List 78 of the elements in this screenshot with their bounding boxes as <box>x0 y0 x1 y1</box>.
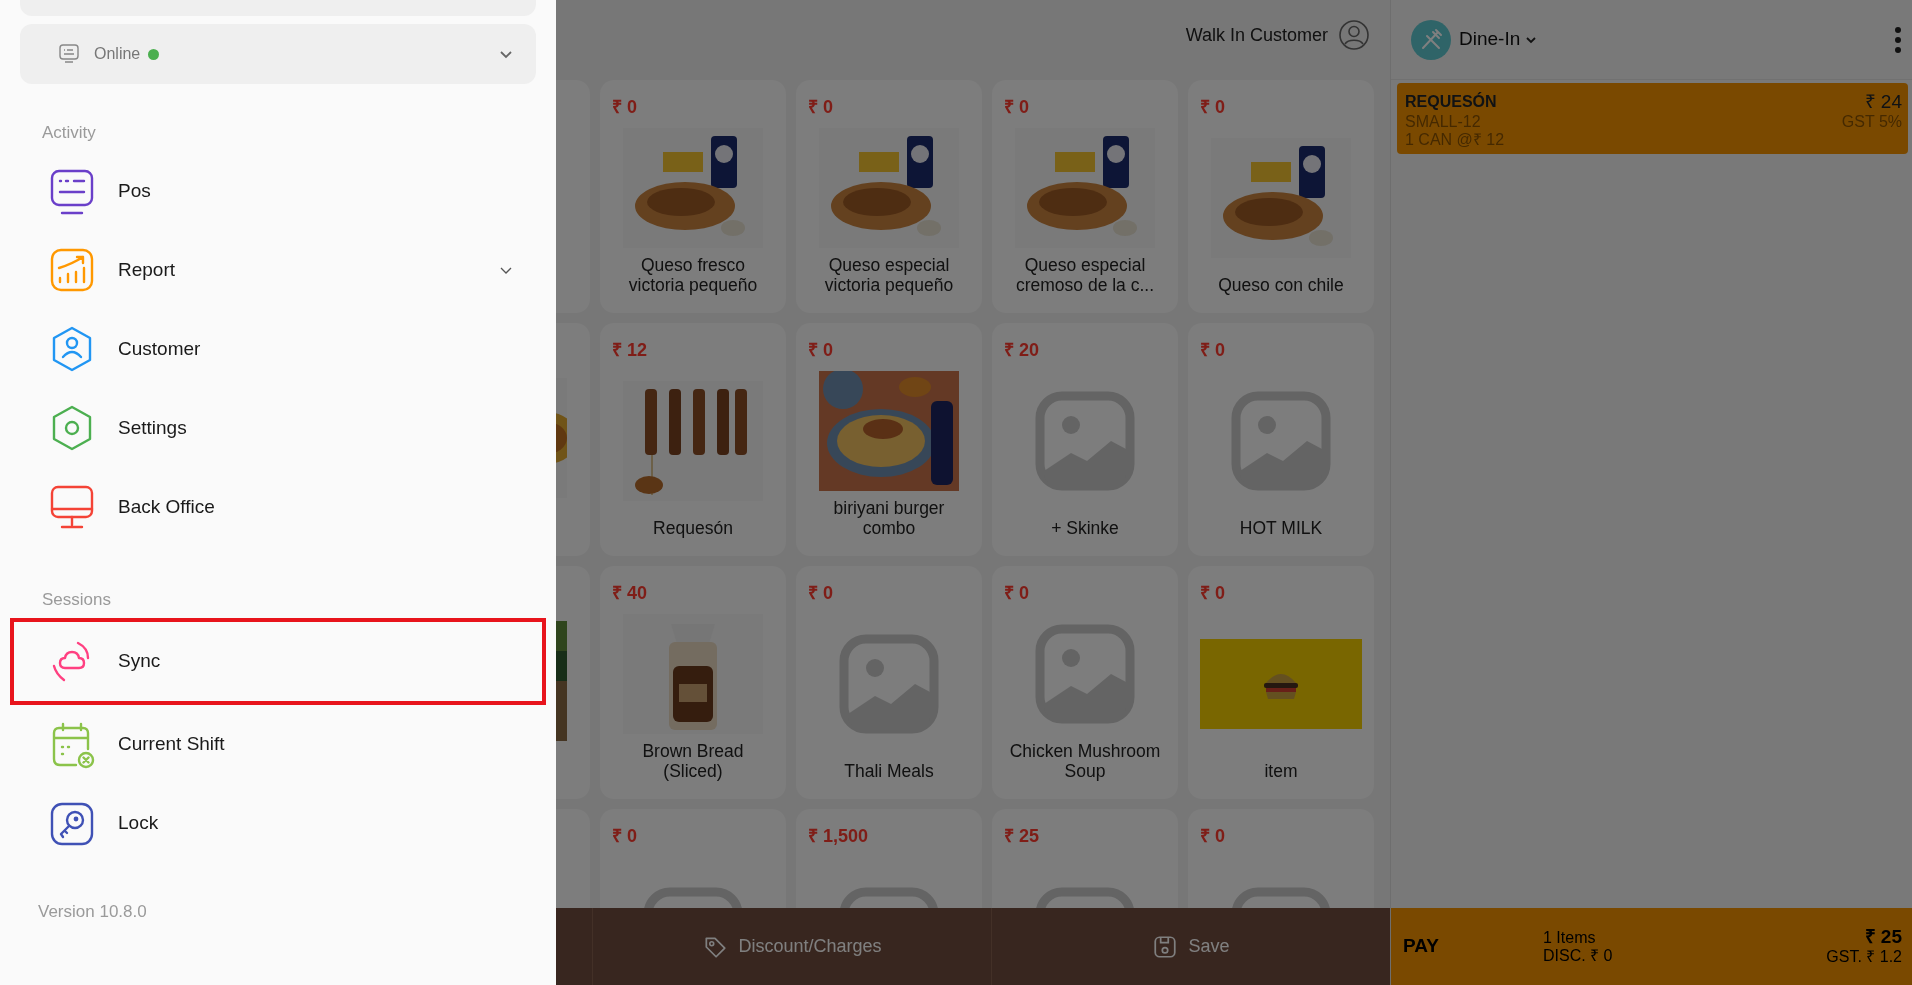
price-label: ₹ 25 <box>1004 825 1040 848</box>
product-card[interactable]: ₹ 0 HOT MILK <box>1188 323 1374 556</box>
image-placeholder-icon <box>1231 390 1331 491</box>
price-label: ₹ 0 <box>612 96 637 119</box>
more-icon[interactable] <box>1894 24 1902 55</box>
product-name: Queso fresco victoria pequeño <box>627 254 759 295</box>
grand-total: ₹ 25 <box>1864 927 1902 949</box>
user-icon[interactable] <box>1338 19 1370 51</box>
product-card[interactable]: ₹ 1,500 <box>796 809 982 908</box>
product-name: Chicken Mushroom Soup <box>1008 740 1162 781</box>
price-label: ₹ 0 <box>1200 582 1225 605</box>
product-name: Queso con chile <box>1217 274 1345 295</box>
product-card[interactable]: ₹ 40 Brown Bread (Sliced) <box>600 566 786 799</box>
price-label: ₹ 1,500 <box>808 825 869 848</box>
product-card[interactable]: ₹ 0 Chicken Mushroom Soup <box>992 566 1178 799</box>
image-placeholder-icon <box>839 633 939 734</box>
product-name: Queso especial victoria pequeño <box>823 254 955 295</box>
product-card[interactable]: ₹ 0 biriyani burger combo <box>796 323 982 556</box>
price-label: ₹ 0 <box>1200 96 1225 119</box>
item-name: REQUESÓN <box>1405 92 1497 112</box>
menu-item[interactable]: Customer <box>10 309 546 389</box>
image-placeholder-icon <box>1035 390 1135 491</box>
product-card[interactable]: ₹ 0 Thali Meals <box>796 566 982 799</box>
product-name: Brown Bread (Sliced) <box>641 740 745 781</box>
product-name: Thali Meals <box>843 760 935 781</box>
menu-item[interactable]: Current Shift <box>10 705 546 784</box>
price-label: ₹ 0 <box>1004 96 1029 119</box>
menu-item[interactable]: Report <box>10 230 546 310</box>
menu-item[interactable]: Sync <box>10 618 546 705</box>
product-card[interactable]: ₹ 0 <box>600 809 786 908</box>
pos-terminal-icon <box>48 167 96 215</box>
price-label: ₹ 12 <box>612 339 648 362</box>
menu-item[interactable]: Back Office <box>10 467 546 547</box>
action-button[interactable]: Discount/Charges <box>592 908 991 985</box>
product-name: + Skinke <box>1050 517 1120 538</box>
product-card[interactable]: ₹ 0 <box>1188 809 1374 908</box>
monitor-icon <box>58 43 80 65</box>
product-name: HOT MILK <box>1238 517 1324 538</box>
status-dropdown[interactable]: Online <box>20 24 536 84</box>
product-card[interactable]: ₹ 0 item <box>1188 566 1374 799</box>
product-card[interactable]: ₹ 0 Queso con chile <box>1188 80 1374 313</box>
price-label: ₹ 20 <box>1004 339 1040 362</box>
product-card[interactable]: ₹ 0 Queso especial cremoso de la c... <box>992 80 1178 313</box>
product-card[interactable]: ₹ 0 Queso especial victoria pequeño <box>796 80 982 313</box>
menu-item[interactable]: Lock <box>10 784 546 863</box>
product-name: Queso especial cremoso de la c... <box>1014 254 1156 295</box>
product-name: biriyani burger combo <box>832 497 946 538</box>
save-icon <box>1152 933 1179 960</box>
discount-total: DISC. ₹ 0 <box>1543 946 1613 965</box>
growth-chart-icon <box>48 246 96 294</box>
product-card[interactable]: ₹ 0 Queso fresco victoria pequeño <box>600 80 786 313</box>
price-label: ₹ 40 <box>612 582 648 605</box>
customer-name[interactable]: Walk In Customer <box>1185 21 1328 49</box>
section-heading: Activity <box>41 122 97 144</box>
product-name: Requesón <box>652 517 734 538</box>
section-heading: Sessions <box>41 588 112 611</box>
price-label: ₹ 0 <box>612 825 637 848</box>
price-label: ₹ 0 <box>1200 825 1225 848</box>
price-label: ₹ 0 <box>808 339 833 362</box>
image-placeholder-icon <box>1035 623 1135 724</box>
order-type-dropdown[interactable]: Dine-In <box>1459 25 1539 54</box>
items-count: 1 Items <box>1543 928 1597 947</box>
tax-total: GST. ₹ 1.2 <box>1826 948 1902 966</box>
price-label: ₹ 0 <box>808 582 833 605</box>
product-name: item <box>1263 760 1299 781</box>
product-card[interactable]: ₹ 20 + Skinke <box>992 323 1178 556</box>
desktop-icon <box>48 483 96 531</box>
item-price: ₹ 24 <box>1864 91 1902 113</box>
product-card[interactable]: ₹ 25 <box>992 809 1178 908</box>
menu-item[interactable]: Pos <box>10 151 546 231</box>
price-label: ₹ 0 <box>1200 339 1225 362</box>
pay-button[interactable]: PAY 1 Items DISC. ₹ 0 ₹ 25 GST. ₹ 1.2 <box>1391 908 1912 985</box>
version-label: Version 10.8.0 <box>37 901 148 923</box>
product-card[interactable]: ₹ 12 Requesón <box>600 323 786 556</box>
price-label: ₹ 0 <box>1004 582 1029 605</box>
price-label: ₹ 0 <box>808 96 833 119</box>
menu-item[interactable]: Settings <box>10 388 546 468</box>
dining-icon <box>1411 19 1451 60</box>
